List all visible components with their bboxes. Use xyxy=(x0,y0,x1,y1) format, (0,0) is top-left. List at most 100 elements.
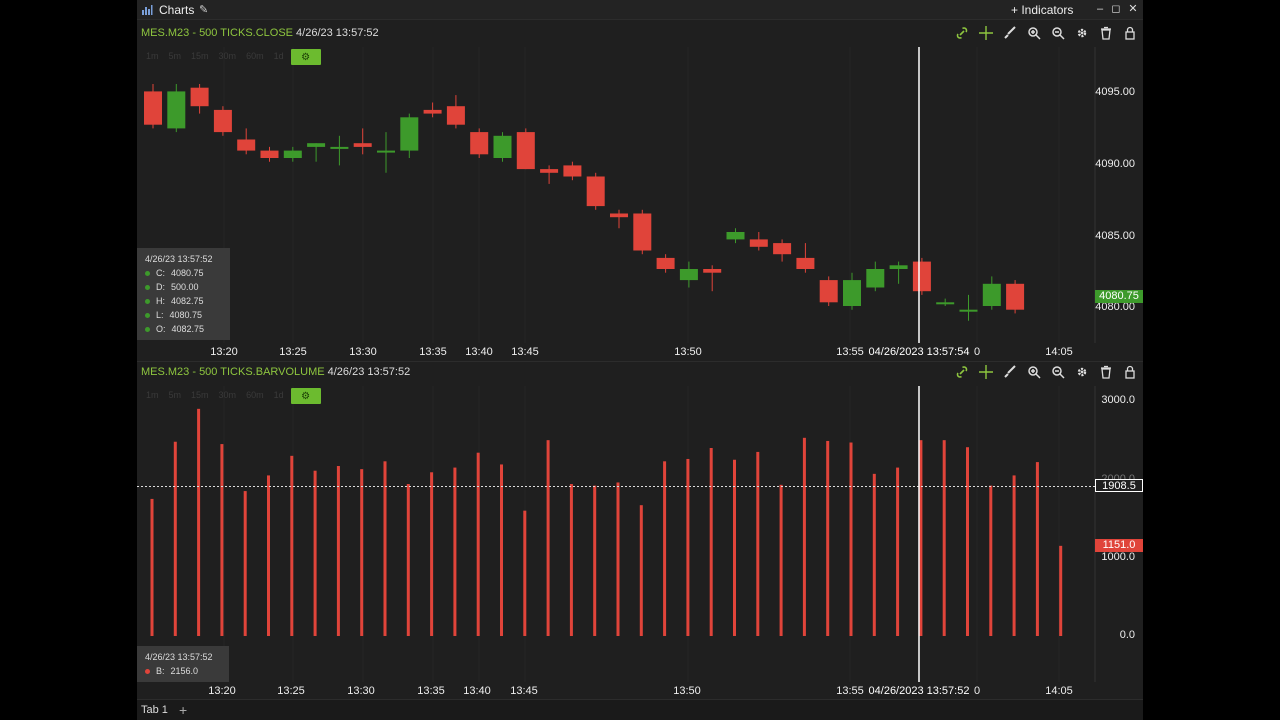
tab-1[interactable]: Tab 1 xyxy=(141,704,168,716)
trash-icon[interactable] xyxy=(1097,363,1115,381)
candle-body xyxy=(377,150,395,153)
price-tick: 4095.00 xyxy=(1095,86,1135,98)
volume-bar xyxy=(476,452,480,636)
link-icon[interactable] xyxy=(953,24,971,42)
time-tick: 13:30 xyxy=(347,685,375,697)
timeframe-15m[interactable]: 15m xyxy=(188,49,212,65)
timeframe-1m[interactable]: 1m xyxy=(143,49,162,65)
series-dot xyxy=(145,668,150,674)
volume-bar xyxy=(1012,475,1016,636)
price-panel-header: MES.M23 - 500 TICKS.CLOSE 4/26/23 13:57:5… xyxy=(141,27,379,39)
lock-icon[interactable] xyxy=(1121,363,1139,381)
candle-body xyxy=(1006,283,1025,310)
volume-bar xyxy=(686,458,690,636)
add-tab-button[interactable]: + xyxy=(179,702,187,718)
candle-body xyxy=(446,106,465,125)
timeframe-15m[interactable]: 15m xyxy=(188,388,212,404)
info-value: 4080.75 xyxy=(169,310,203,320)
timeframe-30m[interactable]: 30m xyxy=(216,49,240,65)
info-label: D: xyxy=(156,282,165,292)
time-tick: 13:45 xyxy=(510,685,538,697)
candle-body xyxy=(237,139,256,151)
series-dot xyxy=(145,298,150,304)
time-tick: 13:30 xyxy=(349,346,377,358)
info-value: 4080.75 xyxy=(171,268,204,278)
lock-icon[interactable] xyxy=(1121,24,1139,42)
zoom-out-icon[interactable] xyxy=(1049,24,1067,42)
hover-time-label: 04/26/2023 13:57:54 xyxy=(866,346,972,360)
time-tick: 13:40 xyxy=(463,685,491,697)
volume-bar xyxy=(919,440,923,636)
volume-bar xyxy=(523,510,527,636)
crosshair-icon[interactable] xyxy=(977,363,995,381)
candle-body xyxy=(260,150,279,158)
series-dot xyxy=(145,270,150,276)
indicators-button[interactable]: + Indicators xyxy=(1011,3,1073,17)
crosshair-icon[interactable] xyxy=(977,24,995,42)
candle-body xyxy=(656,257,675,269)
pencil-icon[interactable]: ✎ xyxy=(199,3,208,16)
timeframe-30m[interactable]: 30m xyxy=(216,388,240,404)
timeframe-1d[interactable]: 1d xyxy=(271,388,287,404)
volume-bar xyxy=(896,467,900,636)
time-tick: 13:50 xyxy=(673,685,701,697)
volume-bar xyxy=(779,484,783,636)
timeframe-settings-button[interactable]: ⚙ xyxy=(290,49,321,65)
brush-icon[interactable] xyxy=(1001,363,1019,381)
gear-icon[interactable] xyxy=(1073,24,1091,42)
info-label: O: xyxy=(156,324,166,334)
price-time-axis: 13:20 13:25 13:30 13:35 13:40 13:45 13:5… xyxy=(137,346,1097,360)
timeframe-settings-button[interactable]: ⚙ xyxy=(290,388,321,404)
volume-bar xyxy=(243,491,247,636)
volume-bar xyxy=(500,464,503,636)
trash-icon[interactable] xyxy=(1097,24,1115,42)
gear-icon[interactable] xyxy=(1073,363,1091,381)
candle-body xyxy=(912,261,931,292)
candle-body xyxy=(726,232,745,240)
timeframe-5m[interactable]: 5m xyxy=(166,49,185,65)
volume-bar xyxy=(453,467,457,636)
candle-body xyxy=(703,269,722,273)
minimize-icon[interactable]: – xyxy=(1093,2,1107,16)
info-label: L: xyxy=(156,310,164,320)
volume-panel-symbol: MES.M23 - 500 TICKS.BARVOLUME xyxy=(141,366,325,378)
timeframe-1d[interactable]: 1d xyxy=(271,49,287,65)
info-time: 4/26/23 13:57:52 xyxy=(145,254,213,264)
candle-body xyxy=(563,165,582,177)
volume-toolbar xyxy=(953,363,1139,381)
price-chart[interactable] xyxy=(137,47,1143,343)
volume-bar xyxy=(1059,545,1063,636)
series-dot xyxy=(145,312,150,318)
candle-body xyxy=(959,309,978,312)
zoom-out-icon[interactable] xyxy=(1049,363,1067,381)
candle-body xyxy=(773,243,792,255)
timeframe-1m[interactable]: 1m xyxy=(143,388,162,404)
close-icon[interactable]: ✕ xyxy=(1126,2,1140,16)
time-tick: 0 xyxy=(973,685,981,697)
zoom-in-icon[interactable] xyxy=(1025,24,1043,42)
volume-bar xyxy=(593,485,597,636)
timeframe-60m[interactable]: 60m xyxy=(243,49,267,65)
time-tick: 13:35 xyxy=(419,346,447,358)
time-tick: 14:05 xyxy=(1045,346,1073,358)
volume-chart[interactable] xyxy=(137,386,1143,682)
candle-body xyxy=(353,143,372,147)
maximize-icon[interactable]: ◻ xyxy=(1109,2,1123,16)
candle-body xyxy=(400,117,419,151)
zoom-in-icon[interactable] xyxy=(1025,363,1043,381)
volume-bar xyxy=(290,455,294,636)
window-title: Charts xyxy=(159,3,195,17)
timeframe-5m[interactable]: 5m xyxy=(166,388,185,404)
link-icon[interactable] xyxy=(953,363,971,381)
volume-bar xyxy=(267,475,270,636)
candle-body xyxy=(679,269,698,281)
bar-chart-icon xyxy=(142,5,153,15)
candle-body xyxy=(423,109,442,114)
brush-icon[interactable] xyxy=(1001,24,1019,42)
volume-tick: 0.0 xyxy=(1119,629,1135,641)
volume-info-box: 4/26/23 13:57:52 B: 2156.0 xyxy=(137,646,229,682)
price-tick: 4085.00 xyxy=(1095,230,1135,242)
price-panel: MES.M23 - 500 TICKS.CLOSE 4/26/23 13:57:5… xyxy=(137,21,1143,361)
price-panel-symbol: MES.M23 - 500 TICKS.CLOSE xyxy=(141,27,294,39)
timeframe-60m[interactable]: 60m xyxy=(243,388,267,404)
